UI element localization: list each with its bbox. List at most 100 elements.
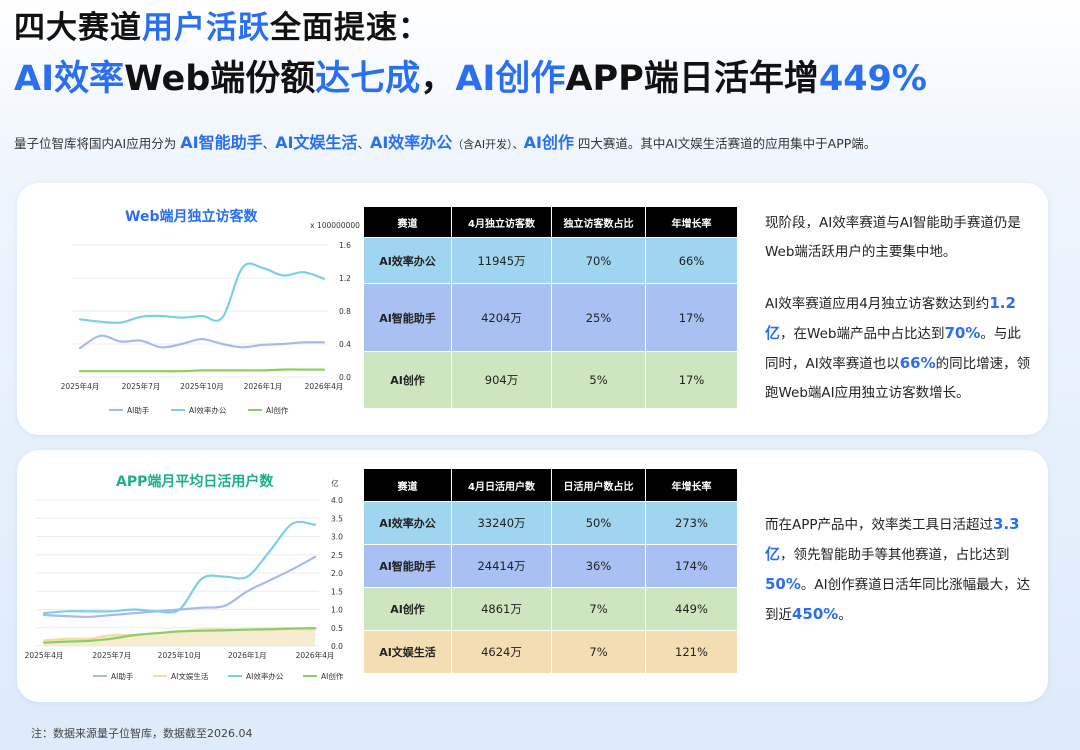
table-header-cell: 年增长率 [646,207,738,237]
table-cell: 36% [552,544,646,587]
web-line-chart: 0.0 0.4 0.8 1.2 1.6 x 100000000 2025年4月 2025年7月… [61,221,361,415]
legend-label: AI助手 [111,671,134,681]
table-header-cell: 日活用户数占比 [552,469,646,501]
table-header-cell: 赛道 [364,207,452,237]
table-row: AI文娱生活 4624万 7% 121% [364,630,738,673]
y-tick-label: 3.5 [331,514,343,523]
x-tick-label: 2026年4月 [296,650,335,660]
y-tick-label: 0.8 [339,307,351,316]
para-highlight: 66% [899,354,936,372]
y-tick-label: 2.0 [331,569,343,578]
y-tick-label: 1.0 [331,606,343,615]
para-text: AI效率赛道应用4月独立访客数达到约 [765,296,990,312]
table-cell: 121% [646,630,738,673]
table-cell: 50% [552,501,646,544]
web-description: 现阶段，AI效率赛道与AI智能助手赛道仍是Web端活跃用户的主要集中地。 AI效… [765,209,1031,408]
x-tick-label: 2025年7月 [122,381,161,391]
intro-highlight: AI文娱生活 [275,133,358,152]
x-tick-label: 2025年10月 [158,650,202,660]
table-cell: 17% [646,351,738,408]
table-cell: 24414万 [452,544,552,587]
web-data-table: 赛道 4月独立访客数 独立访客数占比 年增长率 AI效率办公 11945万 70% 66% A… [364,207,738,408]
headline-text: 全面提速： [270,10,430,46]
y-unit-label: x 100000000 [310,221,360,230]
table-header-cell: 赛道 [364,469,452,501]
series-line [42,555,317,618]
app-data-table: 赛道 4月日活用户数 日活用户数占比 年增长率 AI效率办公 33240万 50% 273%… [364,469,738,673]
headline-text: APP端日活年增 [565,59,819,99]
legend-label: AI效率办公 [246,671,284,681]
table-cell: 273% [646,501,738,544]
x-tick-label: 2025年4月 [25,650,64,660]
intro-segment: 量子位智库将国内AI应用分为 [14,136,177,151]
table-header-cell: 独立访客数占比 [552,207,646,237]
intro-segment: 、 [262,136,276,151]
table-cell: 4624万 [452,630,552,673]
x-tick-label: 2025年4月 [61,381,100,391]
headline-highlight: AI创作 [455,59,566,99]
series-line [78,334,326,350]
series-line [78,368,326,373]
table-row: AI创作 4861万 7% 449% [364,587,738,630]
table-cell: 904万 [452,351,552,408]
track-name-cell: AI文娱生活 [364,630,452,673]
table-row: AI效率办公 11945万 70% 66% [364,237,738,283]
y-tick-label: 0.0 [339,373,351,382]
table-cell: 174% [646,544,738,587]
table-cell: 25% [552,283,646,351]
intro-segment: 、 [357,136,370,151]
table-cell: 11945万 [452,237,552,283]
web-paragraph-1: 现阶段，AI效率赛道与AI智能助手赛道仍是Web端活跃用户的主要集中地。 [765,215,1021,260]
headline-highlight: 449% [818,59,927,99]
track-name-cell: AI智能助手 [364,283,452,351]
intro-segment: （含AI开发）、 [452,138,524,151]
legend-label: AI效率办公 [189,405,227,415]
web-card: Web端月独立访客数 0.0 0.4 0.8 1.2 1.6 x 100000000 202… [17,183,1048,435]
table-row: AI智能助手 4204万 25% 17% [364,283,738,351]
table-header-row: 赛道 4月独立访客数 独立访客数占比 年增长率 [364,207,738,237]
table-cell: 66% [646,237,738,283]
headline-text: ， [420,59,456,99]
legend-label: AI创作 [321,671,344,681]
track-name-cell: AI创作 [364,351,452,408]
x-tick-label: 2026年1月 [244,381,283,391]
headline-highlight: 达七成 [315,59,421,99]
legend-label: AI文娱生活 [171,671,209,681]
table-cell: 7% [552,630,646,673]
para-text: 而在APP产品中，效率类工具日活超过 [765,517,994,533]
table-cell: 70% [552,237,646,283]
para-text: 。 [838,607,852,623]
y-tick-label: 1.5 [331,587,343,596]
y-tick-label: 4.0 [331,496,343,505]
series-line [42,520,317,615]
y-tick-label: 0.4 [339,340,351,349]
table-cell: 17% [646,283,738,351]
y-tick-label: 1.2 [339,274,351,283]
table-header-cell: 4月独立访客数 [452,207,552,237]
track-name-cell: AI创作 [364,587,452,630]
app-line-chart: 0.0 0.5 1.0 1.5 2.0 2.5 3.0 3.5 4.0 亿 2025年4月 2025年… [25,478,344,681]
para-highlight: 450% [792,605,839,623]
y-unit-label: 亿 [331,478,339,488]
headline-text: Web端份额 [124,59,316,99]
app-card: APP端月平均日活用户数 0.0 0.5 1.0 1.5 2.0 2.5 3.0 3.5 4.0… [17,450,1048,702]
table-header-row: 赛道 4月日活用户数 日活用户数占比 年增长率 [364,469,738,501]
y-tick-label: 3.0 [331,533,343,542]
headline-highlight: 用户活跃 [142,10,270,46]
table-header-cell: 4月日活用户数 [452,469,552,501]
table-cell: 449% [646,587,738,630]
table-cell: 5% [552,351,646,408]
web-paragraph-2: AI效率赛道应用4月独立访客数达到约1.2亿，在Web端产品中占比达到70%。与… [765,289,1031,408]
track-name-cell: AI智能助手 [364,544,452,587]
x-tick-label: 2026年1月 [228,650,267,660]
headline-text: 四大赛道 [14,10,142,46]
series-line [78,262,326,324]
para-highlight: 70% [944,324,981,342]
table-cell: 4861万 [452,587,552,630]
x-tick-label: 2025年10月 [180,381,224,391]
app-description: 而在APP产品中，效率类工具日活超过3.3亿，领先智能助手等其他赛道，占比达到5… [765,510,1031,630]
intro-text: 量子位智库将国内AI应用分为 AI智能助手、AI文娱生活、AI效率办公（含AI开… [14,129,876,153]
y-tick-label: 0.5 [331,624,343,633]
track-name-cell: AI效率办公 [364,237,452,283]
table-row: AI效率办公 33240万 50% 273% [364,501,738,544]
